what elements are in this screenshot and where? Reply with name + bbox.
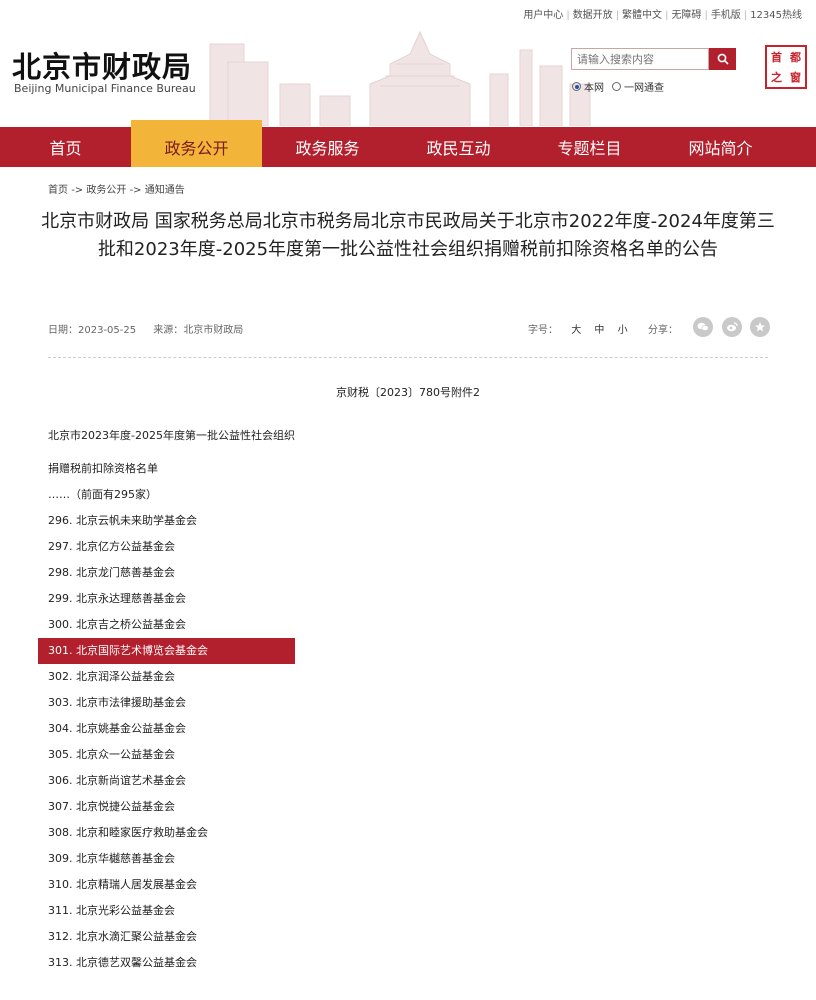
list-item: 299. 北京永达理慈善基金会 — [48, 592, 186, 605]
article-source: 北京市财政局 — [183, 325, 244, 336]
divider: | — [743, 10, 748, 21]
meta-divider — [48, 357, 768, 358]
weibo-icon[interactable] — [722, 317, 742, 337]
nav-item-topics[interactable]: 专题栏目 — [524, 127, 655, 167]
list-item: 304. 北京姚基金公益基金会 — [48, 722, 186, 735]
search-scope: 本网 一网通查 — [572, 79, 664, 94]
article-date: 2023-05-25 — [78, 325, 137, 336]
wechat-icon[interactable] — [693, 317, 713, 337]
font-size-large[interactable]: 大 — [571, 325, 581, 336]
favorite-icon[interactable] — [750, 317, 770, 337]
breadcrumb-sep: -> — [71, 185, 84, 196]
scope-label: 一网通查 — [624, 83, 664, 94]
site-title: 北京市财政局 — [12, 50, 193, 84]
breadcrumb-home[interactable]: 首页 — [48, 185, 68, 196]
main-nav: 首页 政务公开 政务服务 政民互动 专题栏目 网站简介 — [0, 120, 816, 167]
list-item: 310. 北京精瑞人居发展基金会 — [48, 878, 197, 891]
font-size-label: 字号： — [528, 325, 558, 336]
site-subtitle: Beijing Municipal Finance Bureau — [14, 82, 196, 95]
list-item: 313. 北京德艺双馨公益基金会 — [48, 956, 197, 969]
divider: | — [665, 10, 669, 21]
top-link-accessibility[interactable]: 无障碍 — [671, 10, 701, 21]
divider: | — [566, 10, 570, 21]
top-links: 用户中心 | 数据开放 | 繁體中文 | 无障碍 | 手机版 | 12345热线 — [523, 6, 802, 21]
search-button[interactable] — [709, 48, 736, 70]
scope-radio-site[interactable]: 本网 — [572, 79, 604, 94]
capital-window-logo[interactable]: 首 都 之 窗 — [765, 45, 807, 89]
list-item: 300. 北京吉之桥公益基金会 — [48, 618, 186, 631]
scope-radio-all[interactable]: 一网通查 — [612, 79, 664, 94]
wechat-glyph — [697, 322, 709, 331]
breadcrumb-notices[interactable]: 通知通告 — [145, 185, 185, 196]
nav-item-home[interactable]: 首页 — [0, 127, 131, 167]
list-item: 309. 北京华樾慈善基金会 — [48, 852, 175, 865]
list-item: 311. 北京光彩公益基金会 — [48, 904, 175, 917]
list-omitted-note: ……（前面有295家） — [48, 488, 157, 501]
font-size-switcher: 字号： 大 中 小 — [528, 321, 628, 336]
date-label: 日期： — [48, 325, 78, 336]
source-label: 来源： — [153, 325, 184, 336]
article-title: 北京市财政局 国家税务总局北京市税务局北京市民政局关于北京市2022年度-202… — [41, 211, 775, 260]
list-item: 306. 北京新尚谊艺术基金会 — [48, 774, 186, 787]
divider: | — [615, 10, 620, 21]
list-item: 297. 北京亿方公益基金会 — [48, 540, 175, 553]
nav-item-services[interactable]: 政务服务 — [262, 127, 393, 167]
list-item: 307. 北京悦捷公益基金会 — [48, 800, 175, 813]
list-item: 298. 北京龙门慈善基金会 — [48, 566, 175, 579]
article-meta: 日期：2023-05-25 来源：北京市财政局 — [48, 321, 243, 336]
nav-item-interaction[interactable]: 政民互动 — [393, 127, 524, 167]
radio-icon — [612, 82, 621, 91]
top-link-mobile[interactable]: 手机版 — [711, 10, 741, 21]
breadcrumb: 首页 -> 政务公开 -> 通知通告 — [48, 181, 185, 196]
top-link-user-center[interactable]: 用户中心 — [523, 10, 563, 21]
seal-char: 都 — [790, 50, 801, 64]
list-item: 303. 北京市法律援助基金会 — [48, 696, 186, 709]
organization-list: 296. 北京云帆未来助学基金会 297. 北京亿方公益基金会 298. 北京龙… — [38, 508, 295, 976]
font-size-medium[interactable]: 中 — [594, 325, 604, 336]
list-heading-line-1: 北京市2023年度-2025年度第一批公益性社会组织 — [48, 429, 295, 442]
list-heading-line-2: 捐赠税前扣除资格名单 — [48, 462, 158, 475]
list-item: 305. 北京众一公益基金会 — [48, 748, 175, 761]
weibo-glyph — [727, 322, 738, 332]
nav-item-about[interactable]: 网站简介 — [655, 127, 786, 167]
seal-char: 窗 — [790, 70, 801, 84]
list-item: 308. 北京和睦家医疗救助基金会 — [48, 826, 208, 839]
skyline-illustration — [209, 30, 591, 126]
list-item: 296. 北京云帆未来助学基金会 — [48, 514, 197, 527]
seal-char: 首 — [771, 50, 782, 64]
top-link-open-data[interactable]: 数据开放 — [573, 10, 613, 21]
seal-char: 之 — [771, 70, 782, 84]
list-item: 302. 北京润泽公益基金会 — [48, 670, 175, 683]
nav-item-gov-affairs[interactable]: 政务公开 — [131, 120, 262, 167]
share-label: 分享： — [648, 325, 678, 336]
font-size-small[interactable]: 小 — [618, 325, 628, 336]
search-input[interactable] — [571, 48, 709, 70]
radio-selected-icon — [572, 82, 581, 91]
star-glyph — [755, 322, 765, 332]
breadcrumb-sep: -> — [129, 185, 142, 196]
top-link-traditional[interactable]: 繁體中文 — [622, 10, 662, 21]
scope-label: 本网 — [584, 83, 604, 94]
list-item: 312. 北京水滴汇聚公益基金会 — [48, 930, 197, 943]
search-icon — [717, 53, 729, 65]
breadcrumb-gov-affairs[interactable]: 政务公开 — [86, 185, 126, 196]
document-reference: 京财税〔2023〕780号附件2 — [336, 386, 480, 399]
list-item-highlighted: 301. 北京国际艺术博览会基金会 — [38, 638, 295, 664]
top-link-hotline[interactable]: 12345热线 — [750, 10, 802, 21]
divider: | — [704, 10, 708, 21]
